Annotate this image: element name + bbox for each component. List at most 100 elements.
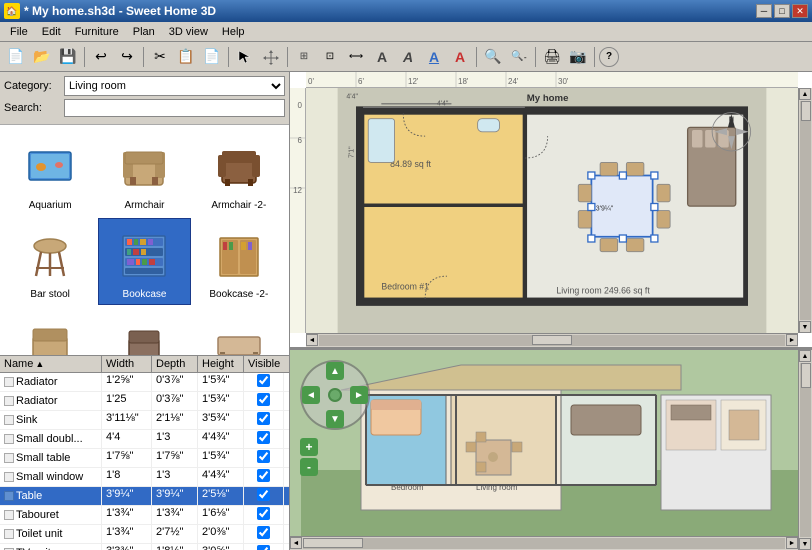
menu-file[interactable]: File bbox=[4, 24, 34, 40]
svg-text:Bedroom #1: Bedroom #1 bbox=[381, 281, 429, 291]
scroll-left-3d[interactable]: ◄ bbox=[290, 537, 302, 549]
ruler-top-svg: 0' 6' 12' 18' 24' 30' bbox=[306, 72, 798, 88]
title-bar: 🏠 * My home.sh3d - Sweet Home 3D ─ □ ✕ bbox=[0, 0, 812, 22]
scroll-right-3d[interactable]: ► bbox=[786, 537, 798, 549]
visible-check-1[interactable] bbox=[257, 393, 270, 406]
minimize-button[interactable]: ─ bbox=[756, 4, 772, 18]
add-dimension[interactable]: ⟷ bbox=[344, 45, 368, 69]
menu-help[interactable]: Help bbox=[216, 24, 251, 40]
copy-button[interactable]: 📋 bbox=[174, 45, 198, 69]
zoom-in[interactable]: 🔍 bbox=[481, 45, 505, 69]
visible-check-2[interactable] bbox=[257, 412, 270, 425]
h-scrollbar[interactable]: ◄ ► bbox=[306, 333, 798, 347]
v-scrollbar[interactable]: ▲ ▼ bbox=[798, 88, 812, 333]
menu-furniture[interactable]: Furniture bbox=[69, 24, 125, 40]
furniture-item-bookcase2[interactable]: Bookcase -2- bbox=[193, 218, 285, 305]
view-3d-area[interactable]: Bedroom Living room ▲ ▼ ◄ ► bbox=[290, 350, 812, 550]
text-color[interactable]: A bbox=[422, 45, 446, 69]
visible-check-9[interactable] bbox=[257, 545, 270, 550]
open-button[interactable]: 📂 bbox=[30, 45, 54, 69]
furniture-img-armchair bbox=[112, 134, 176, 198]
table-row[interactable]: Radiator 1'25 0'3⅞" 1'5¾" bbox=[0, 392, 289, 411]
col-height[interactable]: Height bbox=[198, 356, 244, 372]
scroll-down-btn[interactable]: ▼ bbox=[799, 321, 811, 333]
visible-check-3[interactable] bbox=[257, 431, 270, 444]
scroll-thumb-v[interactable] bbox=[801, 101, 811, 121]
print-button[interactable]: 🖨 bbox=[540, 45, 564, 69]
table-row[interactable]: Tabouret 1'3¾" 1'3¾" 1'6⅛" bbox=[0, 506, 289, 525]
visible-check-0[interactable] bbox=[257, 374, 270, 387]
floorplan-canvas[interactable]: My home 4'4" bbox=[306, 88, 798, 333]
menu-edit[interactable]: Edit bbox=[36, 24, 67, 40]
nav-left-btn[interactable]: ◄ bbox=[302, 386, 320, 404]
3d-zoom-in-btn[interactable]: + bbox=[300, 438, 318, 456]
scroll-up-btn[interactable]: ▲ bbox=[799, 88, 811, 100]
scroll-up-3d[interactable]: ▲ bbox=[799, 350, 811, 362]
maximize-button[interactable]: □ bbox=[774, 4, 790, 18]
furniture-item-chair2[interactable]: Chair -2- bbox=[98, 307, 190, 355]
3d-zoom-out-btn[interactable]: - bbox=[300, 458, 318, 476]
close-button[interactable]: ✕ bbox=[792, 4, 808, 18]
nav-down-btn[interactable]: ▼ bbox=[326, 410, 344, 428]
svg-text:4'4": 4'4" bbox=[346, 94, 358, 101]
redo-button[interactable]: ↪ bbox=[115, 45, 139, 69]
save-button[interactable]: 💾 bbox=[56, 45, 80, 69]
add-room[interactable]: ⊡ bbox=[318, 45, 342, 69]
furniture-item-armchair[interactable]: Armchair bbox=[98, 129, 190, 216]
scroll-right-btn[interactable]: ► bbox=[786, 334, 798, 346]
text-bg[interactable]: A bbox=[448, 45, 472, 69]
select-tool[interactable] bbox=[233, 45, 257, 69]
add-text[interactable]: A bbox=[370, 45, 394, 69]
visible-check-7[interactable] bbox=[257, 507, 270, 520]
photo-button[interactable]: 📷 bbox=[566, 45, 590, 69]
furniture-item-bookcase[interactable]: Bookcase bbox=[98, 218, 190, 305]
nav-right-btn[interactable]: ► bbox=[350, 386, 368, 404]
col-width[interactable]: Width bbox=[102, 356, 152, 372]
search-input[interactable] bbox=[64, 99, 285, 117]
menu-bar: File Edit Furniture Plan 3D view Help bbox=[0, 22, 812, 42]
table-row-selected[interactable]: Table 3'9¼" 3'9¼" 2'5⅛" bbox=[0, 487, 289, 506]
scroll-thumb-h[interactable] bbox=[532, 335, 572, 345]
table-row[interactable]: TV unit 3'3⅜" 1'8½" 3'0⅝" bbox=[0, 544, 289, 550]
table-row[interactable]: Toilet unit 1'3¾" 2'7½" 2'0⅜" bbox=[0, 525, 289, 544]
table-row[interactable]: Small doubl... 4'4 1'3 4'4¾" bbox=[0, 430, 289, 449]
pan-tool[interactable] bbox=[259, 45, 283, 69]
furniture-item-barstool[interactable]: Bar stool bbox=[4, 218, 96, 305]
v-scrollbar-3d[interactable]: ▲ ▼ bbox=[798, 350, 812, 550]
category-select[interactable]: Living room Bedroom Kitchen Bathroom Off… bbox=[64, 76, 285, 96]
cut-button[interactable]: ✂ bbox=[148, 45, 172, 69]
furniture-item-aquarium[interactable]: Aquarium bbox=[4, 129, 96, 216]
table-row[interactable]: Small table 1'7⅝" 1'7⅝" 1'5¾" bbox=[0, 449, 289, 468]
new-button[interactable]: 📄 bbox=[4, 45, 28, 69]
nav-up-btn[interactable]: ▲ bbox=[326, 362, 344, 380]
zoom-out[interactable]: 🔍- bbox=[507, 45, 531, 69]
table-header: Name ▲ Width Depth Height Visible bbox=[0, 356, 289, 373]
table-row[interactable]: Radiator 1'2⅝" 0'3⅞" 1'5¾" bbox=[0, 373, 289, 392]
help-button[interactable]: ? bbox=[599, 47, 619, 67]
furniture-item-armchair2[interactable]: Armchair -2- bbox=[193, 129, 285, 216]
visible-check-5[interactable] bbox=[257, 469, 270, 482]
floorplan-svg: My home 4'4" bbox=[306, 88, 798, 333]
add-wall[interactable]: ⊞ bbox=[292, 45, 316, 69]
col-depth[interactable]: Depth bbox=[152, 356, 198, 372]
visible-check-8[interactable] bbox=[257, 526, 270, 539]
undo-button[interactable]: ↩ bbox=[89, 45, 113, 69]
floor-plan-area[interactable]: 0' 6' 12' 18' 24' 30' 0 bbox=[290, 72, 812, 350]
scroll-down-3d[interactable]: ▼ bbox=[799, 538, 811, 550]
table-row[interactable]: Small window 1'8 1'3 4'4¾" bbox=[0, 468, 289, 487]
menu-3dview[interactable]: 3D view bbox=[163, 24, 214, 40]
sep2 bbox=[143, 47, 144, 67]
visible-check-6[interactable] bbox=[257, 488, 270, 501]
paste-button[interactable]: 📄 bbox=[200, 45, 224, 69]
col-name[interactable]: Name ▲ bbox=[0, 356, 102, 372]
table-row[interactable]: Sink 3'11⅛" 2'1⅛" 3'5¾" bbox=[0, 411, 289, 430]
furniture-item-chair[interactable]: Chair bbox=[4, 307, 96, 355]
category-label: Category: bbox=[4, 80, 64, 92]
text-style[interactable]: A bbox=[396, 45, 420, 69]
visible-check-4[interactable] bbox=[257, 450, 270, 463]
menu-plan[interactable]: Plan bbox=[127, 24, 161, 40]
scroll-left-btn[interactable]: ◄ bbox=[306, 334, 318, 346]
h-scrollbar-3d[interactable]: ◄ ► bbox=[290, 536, 798, 550]
furniture-item-coffeetable[interactable]: Coffee table bbox=[193, 307, 285, 355]
furniture-label-aquarium: Aquarium bbox=[29, 200, 72, 211]
